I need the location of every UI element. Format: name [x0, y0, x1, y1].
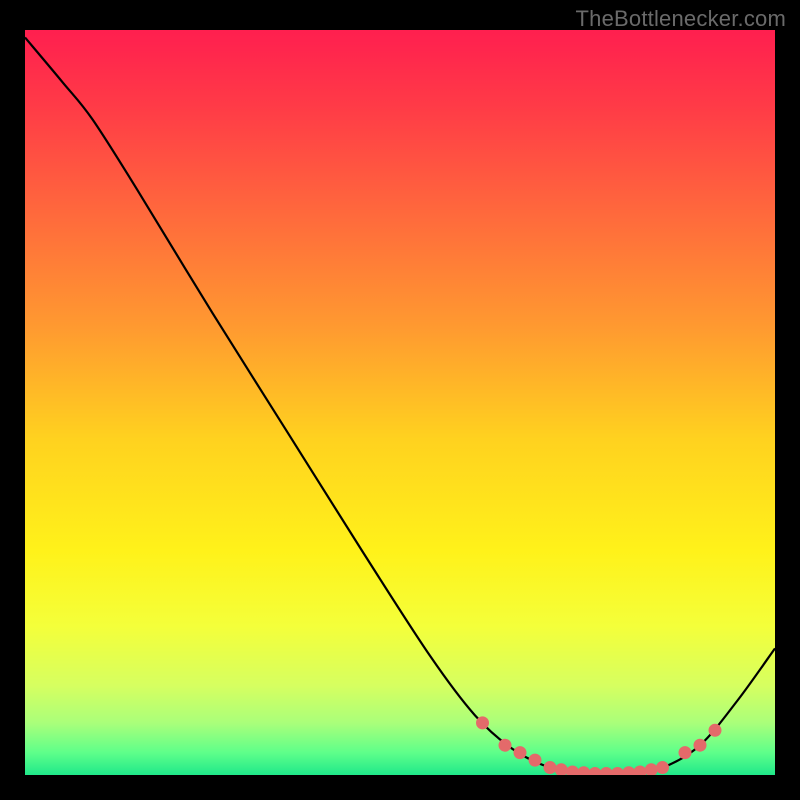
data-marker — [694, 739, 707, 752]
data-marker — [709, 724, 722, 737]
chart-background — [25, 30, 775, 775]
data-marker — [544, 761, 557, 774]
data-marker — [499, 739, 512, 752]
data-marker — [476, 716, 489, 729]
data-marker — [514, 746, 527, 759]
data-marker — [656, 761, 669, 774]
plot-area — [25, 30, 775, 775]
watermark-text: TheBottlenecker.com — [576, 6, 786, 32]
data-marker — [529, 754, 542, 767]
data-marker — [679, 746, 692, 759]
chart-frame: TheBottlenecker.com — [0, 0, 800, 800]
bottleneck-chart — [25, 30, 775, 775]
